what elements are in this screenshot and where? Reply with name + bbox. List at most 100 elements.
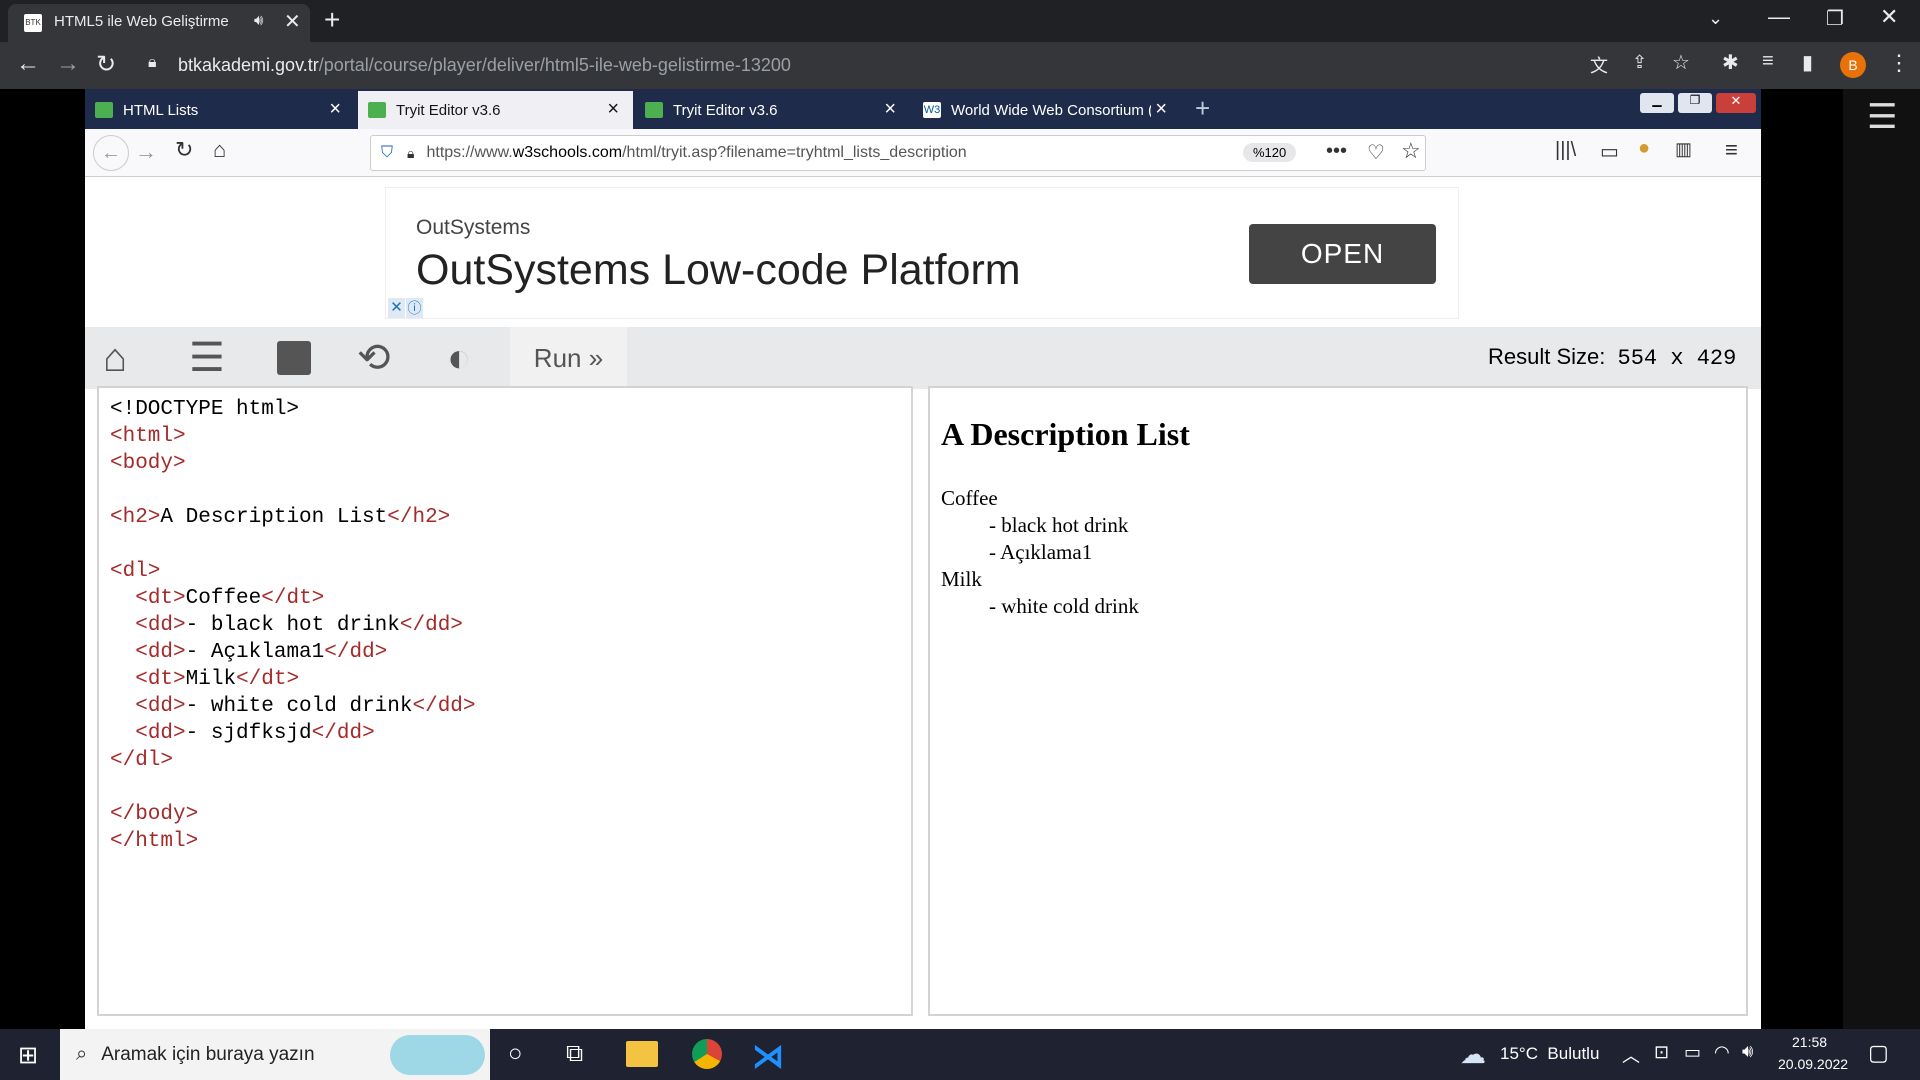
minimize-window-button[interactable]: ▁ <box>1640 93 1674 113</box>
lock-icon[interactable]: 🔒︎ <box>148 54 157 72</box>
close-tab-icon[interactable]: × <box>329 99 341 119</box>
profile-avatar[interactable]: B <box>1840 52 1866 78</box>
sidebar-icon[interactable]: ▭ <box>1600 139 1619 164</box>
task-view-icon[interactable]: ⧉ <box>566 1040 583 1068</box>
close-window-button[interactable]: ✕ <box>1716 93 1756 113</box>
extensions-icon[interactable]: ✱ <box>1722 50 1739 75</box>
ad-open-button[interactable]: OPEN <box>1249 224 1436 284</box>
code-line: <dt>Milk</dt> <box>135 668 300 691</box>
reload-icon[interactable]: ↻ <box>175 137 193 163</box>
tray-app-icon[interactable]: ⊡ <box>1654 1042 1669 1063</box>
outer-tab-active[interactable]: BTK HTML5 ile Web Geliştirme 🔊︎ ✕ <box>8 4 310 42</box>
wifi-icon[interactable]: ◠ <box>1714 1042 1730 1063</box>
close-tab-icon[interactable]: ✕ <box>284 9 301 34</box>
battery-icon[interactable]: ▭ <box>1684 1042 1701 1063</box>
code-line: </dl> <box>110 749 174 772</box>
restore-window-button[interactable]: ❐ <box>1826 6 1844 31</box>
chrome-taskbar-icon[interactable] <box>692 1039 722 1069</box>
speaker-icon[interactable]: 🔊︎ <box>254 12 263 29</box>
inner-tab-tryit[interactable]: Tryit Editor v3.6 × <box>635 91 910 129</box>
description-term: Milk <box>941 567 982 591</box>
file-explorer-icon[interactable] <box>626 1041 658 1067</box>
close-tab-icon[interactable]: × <box>1155 99 1167 119</box>
code-line: <h2>A Description List</h2> <box>110 506 451 529</box>
result-size-label: Result Size: <box>1488 344 1606 369</box>
code-text[interactable]: <!DOCTYPE html> <html> <body> <h2>A Descri… <box>110 396 476 855</box>
w3-favicon-icon <box>368 102 386 118</box>
inner-tab-label: Tryit Editor v3.6 <box>673 101 778 119</box>
result-heading: A Description List <box>941 416 1190 452</box>
btk-favicon-icon: BTK <box>24 14 42 32</box>
result-size-value: 554 x 429 <box>1617 346 1737 371</box>
notifications-icon[interactable]: ▢ <box>1868 1040 1889 1066</box>
forward-arrow-icon[interactable]: → <box>56 50 80 78</box>
firefox-menu-icon[interactable]: ≡ <box>1725 137 1738 163</box>
hamburger-menu-icon[interactable]: ☰ <box>1867 97 1897 137</box>
back-arrow-icon[interactable]: ← <box>93 135 129 171</box>
zoom-badge[interactable]: %120 <box>1243 143 1297 162</box>
pocket-icon[interactable]: ♡ <box>1367 140 1385 165</box>
taskbar-search[interactable]: ⌕ Aramak için buraya yazın <box>60 1029 490 1080</box>
extension-bars-icon[interactable]: ▥ <box>1675 139 1692 160</box>
close-tab-icon[interactable]: × <box>607 99 619 119</box>
translate-icon[interactable]: 文 <box>1590 52 1608 78</box>
new-tab-button[interactable]: + <box>324 4 340 36</box>
close-window-button[interactable]: ✕ <box>1880 4 1898 30</box>
weather-text[interactable]: 15°C Bulutlu <box>1500 1044 1599 1064</box>
cortana-icon[interactable]: ○ <box>508 1040 523 1068</box>
new-tab-button[interactable]: + <box>1195 93 1210 124</box>
inner-tab-tryit-active[interactable]: Tryit Editor v3.6 × <box>358 91 633 129</box>
page-actions-icon[interactable]: ••• <box>1326 140 1347 163</box>
lock-icon[interactable]: 🔒︎ <box>407 145 414 162</box>
bookmark-star-icon[interactable]: ☆ <box>1672 50 1690 75</box>
save-icon[interactable] <box>277 341 311 375</box>
description-detail: - white cold drink <box>989 594 1139 618</box>
run-button[interactable]: Run » <box>510 327 627 389</box>
w3c-favicon-icon: W3 <box>923 102 941 118</box>
forward-arrow-icon[interactable]: → <box>135 139 157 165</box>
outer-tab-title: HTML5 ile Web Geliştirme <box>54 13 229 30</box>
code-line: <body> <box>110 452 186 475</box>
close-tab-icon[interactable]: × <box>884 99 896 119</box>
volume-icon[interactable]: 🔊︎ <box>1742 1041 1753 1062</box>
inner-tab-w3c[interactable]: W3 World Wide Web Consortium ( × <box>913 91 1181 129</box>
reading-list-icon[interactable]: ≡ <box>1762 50 1774 73</box>
tray-chevron-icon[interactable]: ︿ <box>1622 1042 1640 1068</box>
reload-icon[interactable]: ↻ <box>96 50 116 79</box>
outer-url[interactable]: btkakademi.gov.tr/portal/course/player/d… <box>178 55 791 76</box>
outer-url-host: btkakademi.gov.tr <box>178 55 319 75</box>
inner-tab-bar: HTML Lists × Tryit Editor v3.6 × Tryit E… <box>85 89 1761 129</box>
share-icon[interactable]: ⇪ <box>1632 52 1647 73</box>
clock-date[interactable]: 20.09.2022 <box>1778 1056 1848 1072</box>
home-icon[interactable]: ⌂ <box>103 337 145 379</box>
rotate-layout-icon[interactable]: ⟲ <box>357 337 399 379</box>
menu-icon[interactable]: ☰ <box>189 337 231 379</box>
description-list: Coffee - black hot drink - Açıklama1 Milk - … <box>941 485 1139 620</box>
minimize-window-button[interactable]: — <box>1768 4 1790 30</box>
inner-tab-html-lists[interactable]: HTML Lists × <box>85 91 355 129</box>
code-line: </body> <box>110 803 199 826</box>
advertisement-banner[interactable]: OutSystems OutSystems Low-code Platform … <box>385 187 1459 319</box>
side-panel-icon[interactable]: ▮ <box>1802 50 1813 75</box>
code-line: </html> <box>110 830 199 853</box>
tracking-shield-icon[interactable]: ⛉ <box>381 144 393 162</box>
extension-icon[interactable]: ● <box>1638 137 1650 160</box>
windows-start-icon[interactable]: ⊞ <box>18 1041 38 1070</box>
bookmark-star-icon[interactable]: ☆ <box>1401 138 1421 164</box>
vscode-taskbar-icon[interactable]: ⋊ <box>752 1037 784 1075</box>
theme-toggle-icon[interactable]: ◐ <box>447 337 489 379</box>
back-arrow-icon[interactable]: ← <box>16 50 40 78</box>
tab-search-icon[interactable]: ⌄ <box>1708 8 1723 29</box>
inner-browser-window: HTML Lists × Tryit Editor v3.6 × Tryit E… <box>85 89 1761 1029</box>
home-icon[interactable]: ⌂ <box>213 137 226 163</box>
restore-window-button[interactable]: ❐ <box>1678 93 1712 113</box>
ad-brand: OutSystems <box>416 216 531 239</box>
inner-url-bar[interactable]: ⛉ 🔒︎ https://www.w3schools.com/html/tryi… <box>370 135 1426 171</box>
ad-close-icon[interactable]: ✕ <box>388 298 405 318</box>
chrome-menu-icon[interactable]: ⋮ <box>1888 50 1910 76</box>
code-editor[interactable]: <!DOCTYPE html> <html> <body> <h2>A Descri… <box>97 386 913 1016</box>
ad-info-icon[interactable]: ⓘ <box>406 298 423 318</box>
library-icon[interactable]: |||\ <box>1555 139 1576 162</box>
clock-time[interactable]: 21:58 <box>1792 1034 1827 1050</box>
url-rest: /html/tryit.asp?filename=tryhtml_lists_d… <box>622 144 967 161</box>
